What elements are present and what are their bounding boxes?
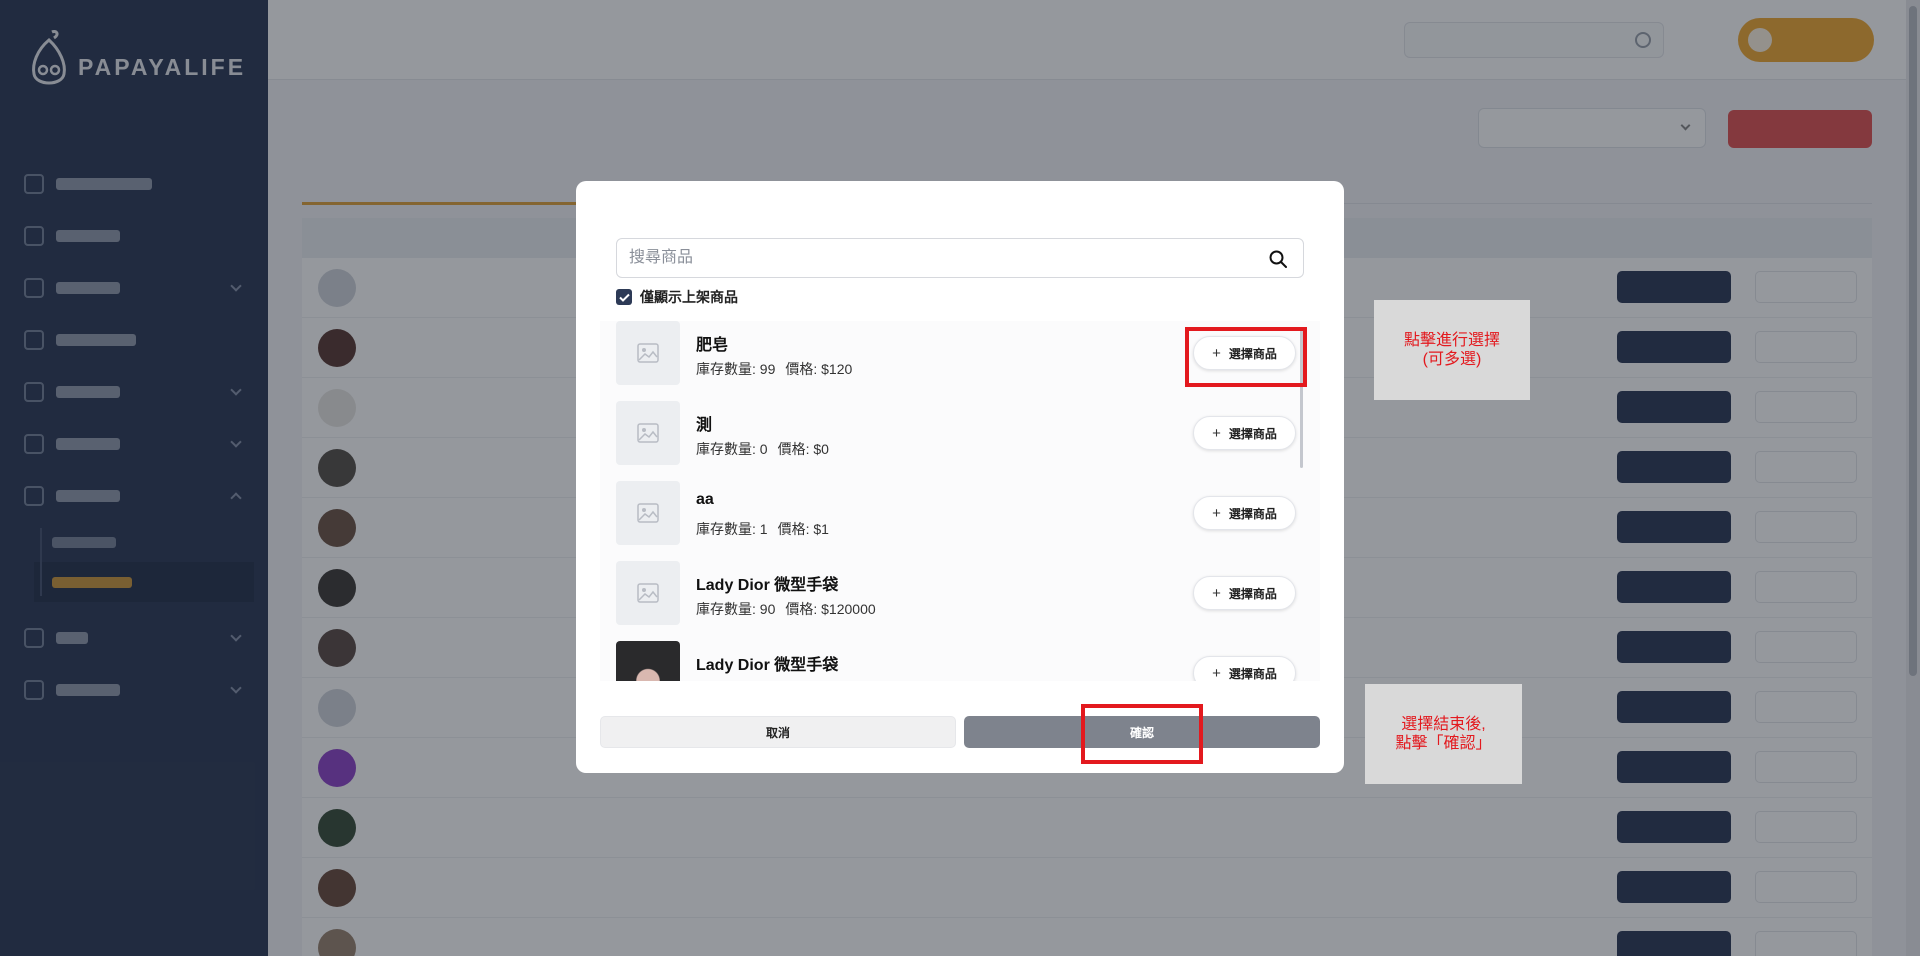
product-name: aa	[696, 491, 714, 508]
select-product-label: 選擇商品	[1228, 666, 1277, 681]
highlight-select-product-button	[1185, 327, 1307, 387]
image-placeholder-icon	[616, 481, 680, 545]
product-name: 測	[696, 417, 713, 434]
product-stock: 庫存數量: 1	[696, 521, 768, 537]
annotation-confirm-note: 選擇結束後, 點擊「確認」	[1365, 684, 1522, 784]
plus-icon: +	[1212, 664, 1221, 682]
product-name: Lady Dior 微型手袋	[696, 577, 839, 594]
product-thumbnail	[616, 641, 680, 681]
plus-icon: +	[1212, 504, 1221, 522]
product-search-input[interactable]	[629, 239, 1249, 277]
product-list-item: Lady Dior 微型手袋 庫存數量: 90 價格: $120000 + 選擇商品	[616, 561, 1306, 625]
product-meta: 庫存數量: 99 價格: $120	[696, 359, 852, 379]
annotation-text: 選擇結束後,	[1401, 716, 1486, 733]
search-icon[interactable]	[1269, 250, 1287, 268]
select-product-modal: 僅顯示上架商品 肥皂庫存數量: 99 價格: $120 + 選擇商品 測庫存數量: 0 價…	[576, 181, 1344, 773]
product-meta	[696, 679, 706, 681]
product-meta: 庫存數量: 1 價格: $1	[696, 519, 829, 539]
product-meta: 庫存數量: 0 價格: $0	[696, 439, 829, 459]
product-price: 價格: $120000	[785, 601, 876, 617]
plus-icon: +	[1212, 584, 1221, 602]
onshelf-only-label: 僅顯示上架商品	[640, 289, 738, 305]
product-name: Lady Dior 微型手袋	[696, 657, 839, 674]
select-product-label: 選擇商品	[1228, 426, 1277, 441]
highlight-confirm-button	[1081, 704, 1203, 764]
product-price: 價格: $0	[777, 441, 829, 457]
image-placeholder-icon	[616, 321, 680, 385]
product-list-item: 測庫存數量: 0 價格: $0 + 選擇商品	[616, 401, 1306, 465]
onshelf-only-checkbox[interactable]: 僅顯示上架商品	[616, 287, 738, 307]
annotation-text: 點擊進行選擇	[1403, 332, 1500, 349]
product-stock: 庫存數量: 99	[696, 361, 776, 377]
image-placeholder-icon	[616, 561, 680, 625]
product-price: 價格: $120	[785, 361, 853, 377]
checkbox-checked-icon[interactable]	[616, 289, 632, 305]
cancel-button[interactable]: 取消	[600, 716, 956, 748]
product-meta: 庫存數量: 90 價格: $120000	[696, 599, 876, 619]
select-product-button[interactable]: + 選擇商品	[1193, 576, 1296, 610]
select-product-button[interactable]: + 選擇商品	[1193, 416, 1296, 450]
product-stock: 庫存數量: 0	[696, 441, 768, 457]
product-stock: 庫存數量: 90	[696, 601, 776, 617]
select-product-label: 選擇商品	[1228, 586, 1277, 601]
product-price: 價格: $1	[777, 521, 829, 537]
product-list-item: Lady Dior 微型手袋 + 選擇商品	[616, 641, 1306, 681]
product-list-item: aa 庫存數量: 1 價格: $1 + 選擇商品	[616, 481, 1306, 545]
select-product-button[interactable]: + 選擇商品	[1193, 656, 1296, 681]
plus-icon: +	[1212, 424, 1221, 442]
annotation-text: 點擊「確認」	[1395, 735, 1492, 752]
annotation-select-note: 點擊進行選擇 (可多選)	[1374, 300, 1530, 400]
product-search-field[interactable]	[616, 238, 1304, 278]
select-product-button[interactable]: + 選擇商品	[1193, 496, 1296, 530]
annotation-text: (可多選)	[1422, 351, 1482, 368]
product-name: 肥皂	[696, 337, 729, 354]
image-placeholder-icon	[616, 401, 680, 465]
select-product-label: 選擇商品	[1228, 506, 1277, 521]
